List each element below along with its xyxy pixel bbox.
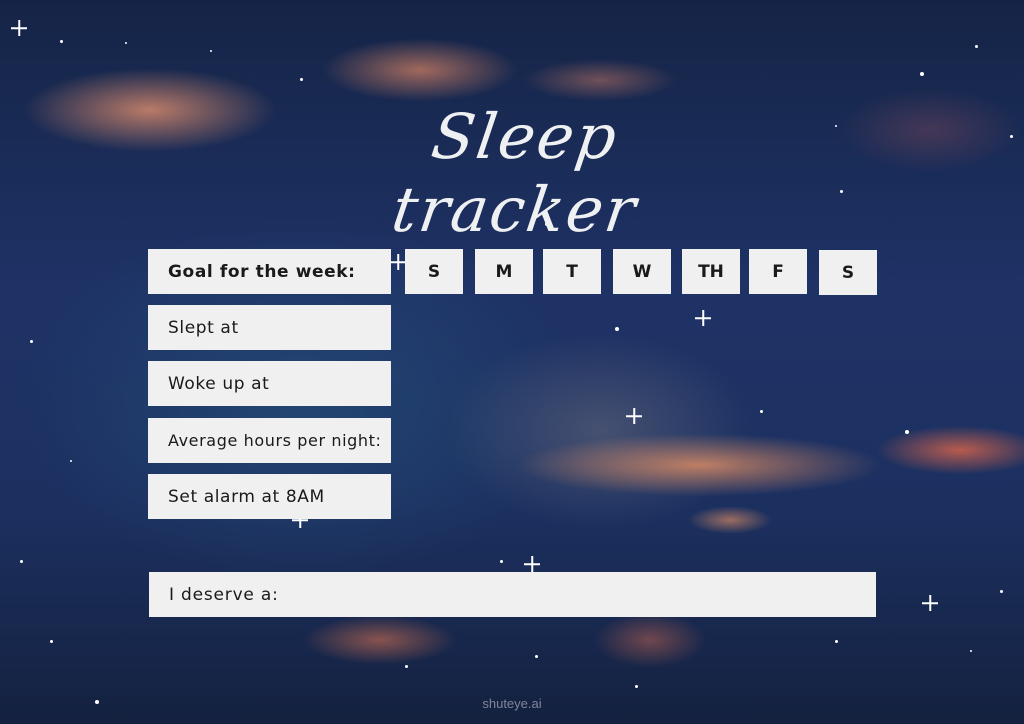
star (920, 72, 924, 76)
day-friday[interactable]: F (749, 249, 807, 294)
star (405, 665, 408, 668)
star (125, 42, 127, 44)
star (905, 430, 909, 434)
sparkle-star (626, 408, 642, 424)
set-alarm-field[interactable]: Set alarm at 8AM (148, 474, 391, 519)
sparkle-star (390, 254, 406, 270)
star (970, 650, 972, 652)
star (50, 640, 53, 643)
sparkle-star (922, 595, 938, 611)
day-wednesday[interactable]: W (613, 249, 671, 294)
day-saturday[interactable]: S (819, 250, 877, 295)
sparkle-star (11, 20, 27, 36)
average-hours-field[interactable]: Average hours per night: (148, 418, 391, 463)
star (30, 340, 33, 343)
page-title: Sleep tracker (387, 100, 643, 246)
star (70, 460, 72, 462)
goal-for-week-label: Goal for the week: (148, 249, 391, 294)
star (20, 560, 23, 563)
day-tuesday[interactable]: T (543, 249, 601, 294)
day-thursday[interactable]: TH (682, 249, 740, 294)
star (835, 125, 837, 127)
slept-at-field[interactable]: Slept at (148, 305, 391, 350)
star (835, 640, 838, 643)
star (635, 685, 638, 688)
woke-up-at-field[interactable]: Woke up at (148, 361, 391, 406)
star (615, 327, 619, 331)
star (60, 40, 63, 43)
star (210, 50, 212, 52)
watermark: shuteye.ai (482, 696, 542, 711)
star (840, 190, 843, 193)
star (500, 560, 503, 563)
star (1000, 590, 1003, 593)
day-monday[interactable]: M (475, 249, 533, 294)
sparkle-star (524, 556, 540, 572)
star (1010, 135, 1013, 138)
star (975, 45, 978, 48)
day-sunday[interactable]: S (405, 249, 463, 294)
star (300, 78, 303, 81)
reward-field[interactable]: I deserve a: (149, 572, 876, 617)
sparkle-star (695, 310, 711, 326)
star (535, 655, 538, 658)
star (760, 410, 763, 413)
